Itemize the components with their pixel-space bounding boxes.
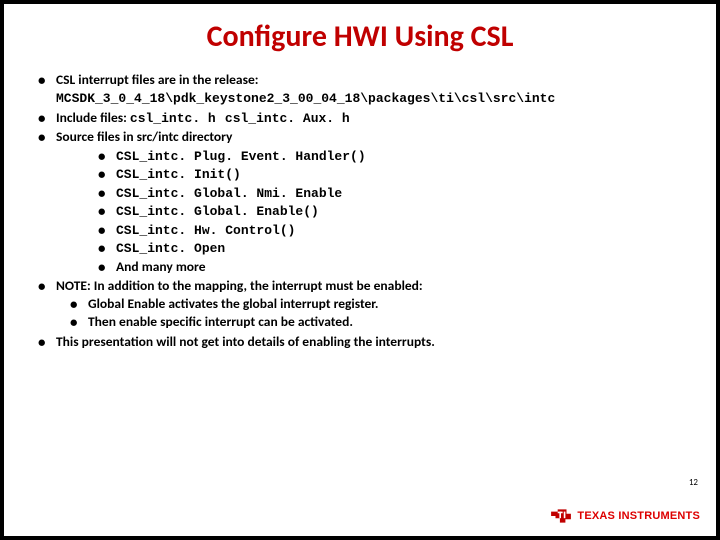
page-number: 12 xyxy=(689,477,698,488)
list-item: Then enable specific interrupt can be ac… xyxy=(70,313,692,331)
bullet-no-details: This presentation will not get into deta… xyxy=(38,333,692,351)
bullet-include-files: Include files: csl_intc. h csl_intc. Aux… xyxy=(38,109,692,128)
ti-logo: TEXAS INSTRUMENTS xyxy=(550,508,700,524)
file1: csl_intc. h xyxy=(130,111,216,126)
file2: csl_intc. Aux. h xyxy=(225,111,350,126)
ti-logo-text: TEXAS INSTRUMENTS xyxy=(577,510,700,522)
list-item: CSL_intc. Hw. Control() xyxy=(98,221,692,240)
list-item: CSL_intc. Init() xyxy=(98,165,692,184)
func: CSL_intc. Init() xyxy=(116,167,241,182)
path-text: MCSDK_3_0_4_18\pdk_keystone2_3_00_04_18\… xyxy=(56,91,555,106)
list-item: Global Enable activates the global inter… xyxy=(70,295,692,313)
list-item: CSL_intc. Global. Enable() xyxy=(98,202,692,221)
bullet-csl-files: CSL interrupt files are in the release: … xyxy=(38,71,692,108)
list-item: CSL_intc. Open xyxy=(98,239,692,258)
note-sub: Then enable specific interrupt can be ac… xyxy=(88,313,353,330)
func: CSL_intc. Open xyxy=(116,241,225,256)
note-sub: Global Enable activates the global inter… xyxy=(88,295,379,312)
bullet-text: This presentation will not get into deta… xyxy=(56,333,435,350)
func: CSL_intc. Plug. Event. Handler() xyxy=(116,149,366,164)
bullet-text: Include files: xyxy=(56,109,130,126)
slide-title: Configure HWI Using CSL xyxy=(4,4,716,61)
bullet-text: CSL interrupt files are in the release: xyxy=(56,71,259,88)
list-item: CSL_intc. Global. Nmi. Enable xyxy=(98,184,692,203)
list-item: And many more xyxy=(98,258,692,276)
func: CSL_intc. Global. Enable() xyxy=(116,204,319,219)
more-text: And many more xyxy=(116,258,206,275)
bullet-text: Source files in src/intc directory xyxy=(56,128,232,145)
bullet-source-files: Source files in src/intc directory CSL_i… xyxy=(38,128,692,276)
list-item: CSL_intc. Plug. Event. Handler() xyxy=(98,147,692,166)
ti-chip-icon xyxy=(550,508,572,524)
func: CSL_intc. Global. Nmi. Enable xyxy=(116,186,342,201)
bullet-note: NOTE: In addition to the mapping, the in… xyxy=(38,277,692,332)
bullet-text: NOTE: In addition to the mapping, the in… xyxy=(56,277,423,294)
slide-body: CSL interrupt files are in the release: … xyxy=(4,61,716,351)
slide: Configure HWI Using CSL CSL interrupt fi… xyxy=(4,4,716,536)
func: CSL_intc. Hw. Control() xyxy=(116,223,295,238)
